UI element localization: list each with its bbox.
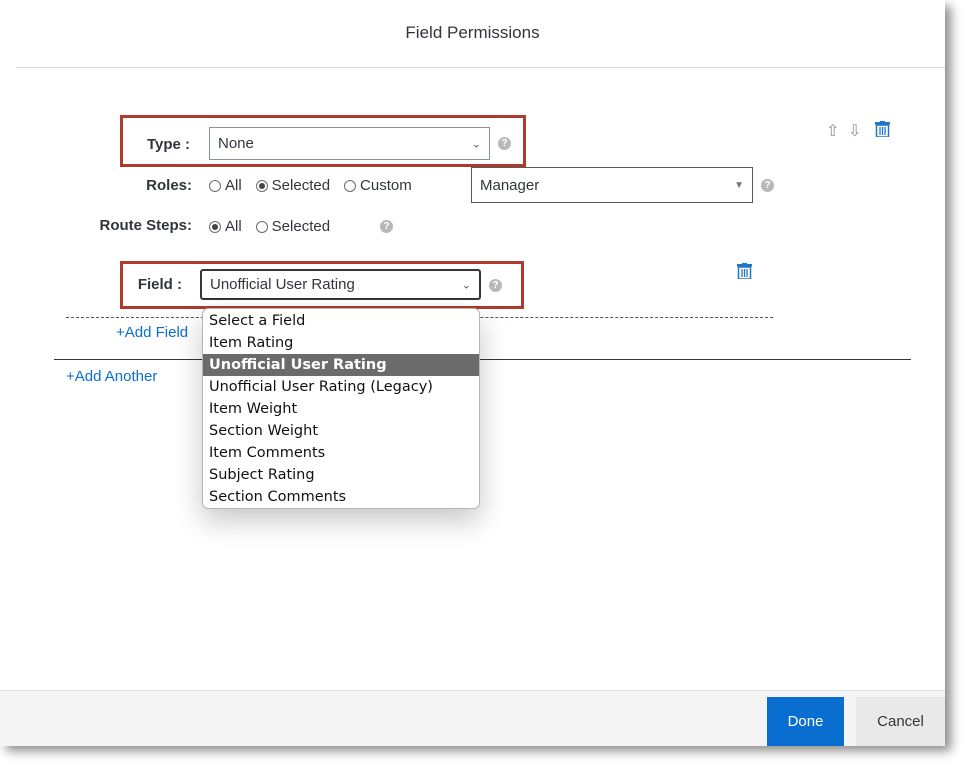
roles-select-value: Manager: [480, 176, 540, 194]
triangle-down-icon: ▼: [734, 180, 744, 191]
route-steps-option-all[interactable]: All: [209, 218, 242, 235]
radio-selected-icon[interactable]: [209, 220, 221, 233]
add-field-link[interactable]: +Add Field: [116, 324, 188, 341]
radio-icon[interactable]: [209, 179, 221, 192]
chevron-down-icon: ⌄: [471, 138, 481, 150]
roles-option-selected[interactable]: Selected: [255, 177, 330, 194]
route-steps-radio-group: All Selected: [209, 218, 344, 235]
type-select[interactable]: None ⌄: [209, 127, 490, 160]
section-divider: [54, 359, 911, 360]
field-dropdown-list: Select a Field Item Rating Unofficial Us…: [202, 308, 480, 509]
chevron-down-icon: ⌄: [461, 279, 471, 291]
title-divider: [16, 67, 945, 68]
trash-icon[interactable]: [875, 121, 890, 137]
field-select-value: Unofficial User Rating: [210, 276, 355, 293]
roles-option-custom[interactable]: Custom: [344, 177, 412, 194]
radio-icon[interactable]: [255, 220, 268, 233]
dropdown-option[interactable]: Item Rating: [203, 332, 479, 354]
dropdown-option-highlighted[interactable]: Unofficial User Rating: [203, 354, 479, 376]
roles-radio-group: All Selected Custom: [209, 177, 426, 194]
trash-icon[interactable]: [737, 263, 752, 279]
dropdown-option[interactable]: Item Comments: [203, 442, 479, 464]
roles-option-all[interactable]: All: [209, 177, 242, 194]
route-steps-option-selected[interactable]: Selected: [255, 218, 330, 235]
field-label: Field :: [137, 276, 182, 293]
type-select-value: None: [218, 135, 254, 152]
field-help-icon[interactable]: ?: [489, 279, 502, 292]
arrow-up-icon[interactable]: ⇧: [826, 121, 839, 141]
radio-selected-icon[interactable]: [255, 179, 268, 192]
field-permissions-dialog: Field Permissions Type : None ⌄ ? ⇧ ⇩ Ro…: [0, 0, 945, 746]
dialog-title: Field Permissions: [405, 23, 540, 42]
roles-help-icon[interactable]: ?: [761, 179, 774, 192]
roles-select[interactable]: Manager ▼: [471, 167, 753, 203]
dropdown-option[interactable]: Section Comments: [203, 486, 479, 508]
dropdown-option[interactable]: Unofficial User Rating (Legacy): [203, 376, 479, 398]
field-select[interactable]: Unofficial User Rating ⌄: [200, 269, 481, 300]
route-steps-help-icon[interactable]: ?: [380, 220, 393, 233]
type-help-icon[interactable]: ?: [498, 137, 511, 150]
dropdown-option[interactable]: Section Weight: [203, 420, 479, 442]
route-steps-label: Route Steps:: [99, 217, 192, 234]
dropdown-option[interactable]: Subject Rating: [203, 464, 479, 486]
cancel-button[interactable]: Cancel: [856, 697, 945, 746]
done-button[interactable]: Done: [767, 697, 844, 746]
dropdown-option[interactable]: Select a Field: [203, 310, 479, 332]
radio-icon[interactable]: [344, 179, 357, 192]
type-label: Type :: [146, 136, 190, 153]
add-another-link[interactable]: +Add Another: [66, 368, 157, 385]
arrow-down-icon[interactable]: ⇩: [848, 121, 861, 141]
dropdown-option[interactable]: Item Weight: [203, 398, 479, 420]
roles-label: Roles:: [146, 177, 192, 194]
